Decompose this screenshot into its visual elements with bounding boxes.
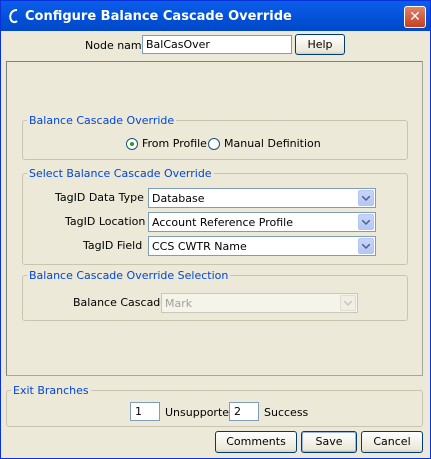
field-select[interactable]: CCS CWTR Name [148, 236, 376, 256]
help-button[interactable]: Help [295, 34, 345, 55]
data-type-value: Database [152, 192, 205, 205]
selection-group: Balance Cascade Override Selection Balan… [22, 269, 408, 321]
location-label: TagID Location [65, 215, 146, 228]
cascade-value: Mark [165, 297, 193, 310]
override-group: Balance Cascade Override From Profile Ma… [22, 114, 408, 160]
app-icon [7, 8, 21, 24]
from-profile-label[interactable]: From Profile [142, 137, 207, 150]
data-type-select[interactable]: Database [148, 188, 376, 208]
from-profile-radio[interactable] [126, 138, 138, 150]
location-value: Account Reference Profile [152, 216, 294, 229]
select-group-title: Select Balance Cascade Override [27, 167, 214, 180]
manual-definition-radio[interactable] [208, 138, 220, 150]
close-button[interactable]: ✕ [404, 6, 426, 28]
manual-definition-label[interactable]: Manual Definition [224, 137, 321, 150]
node-name-label: Node name [85, 39, 149, 52]
cascade-label: Balance Cascade [73, 296, 168, 309]
branch-label-unsupported: Unsupported [165, 406, 237, 419]
field-value: CCS CWTR Name [152, 240, 247, 253]
cancel-button[interactable]: Cancel [361, 431, 423, 453]
chevron-down-icon[interactable] [358, 190, 374, 206]
dialog-window: Configure Balance Cascade Override ✕ Nod… [0, 0, 431, 459]
cascade-select: Mark [161, 293, 358, 313]
branch-number: 1 [130, 402, 160, 421]
radio-selected-dot [130, 142, 134, 146]
config-panel: Balance Cascade Override From Profile Ma… [6, 61, 423, 376]
branch-number: 2 [229, 402, 259, 421]
title-bar[interactable]: Configure Balance Cascade Override ✕ [1, 1, 430, 31]
window-title: Configure Balance Cascade Override [25, 9, 292, 24]
selection-group-title: Balance Cascade Override Selection [27, 269, 231, 282]
save-button[interactable]: Save [301, 431, 357, 453]
branch-label-success: Success [264, 406, 309, 419]
comments-button[interactable]: Comments [215, 431, 297, 453]
exit-branches-title: Exit Branches [11, 384, 91, 397]
chevron-down-icon [340, 295, 356, 311]
close-icon[interactable]: ✕ [409, 9, 421, 25]
chevron-down-icon[interactable] [358, 214, 374, 230]
data-type-label: TagID Data Type [55, 191, 144, 204]
override-group-title: Balance Cascade Override [27, 114, 177, 127]
node-name-field[interactable]: BalCasOver [142, 35, 292, 54]
location-select[interactable]: Account Reference Profile [148, 212, 376, 232]
field-label: TagID Field [83, 239, 143, 252]
select-group: Select Balance Cascade Override TagID Da… [22, 167, 408, 265]
exit-branches-group: Exit Branches 1 Unsupported 2 Success [6, 384, 423, 427]
chevron-down-icon[interactable] [358, 238, 374, 254]
